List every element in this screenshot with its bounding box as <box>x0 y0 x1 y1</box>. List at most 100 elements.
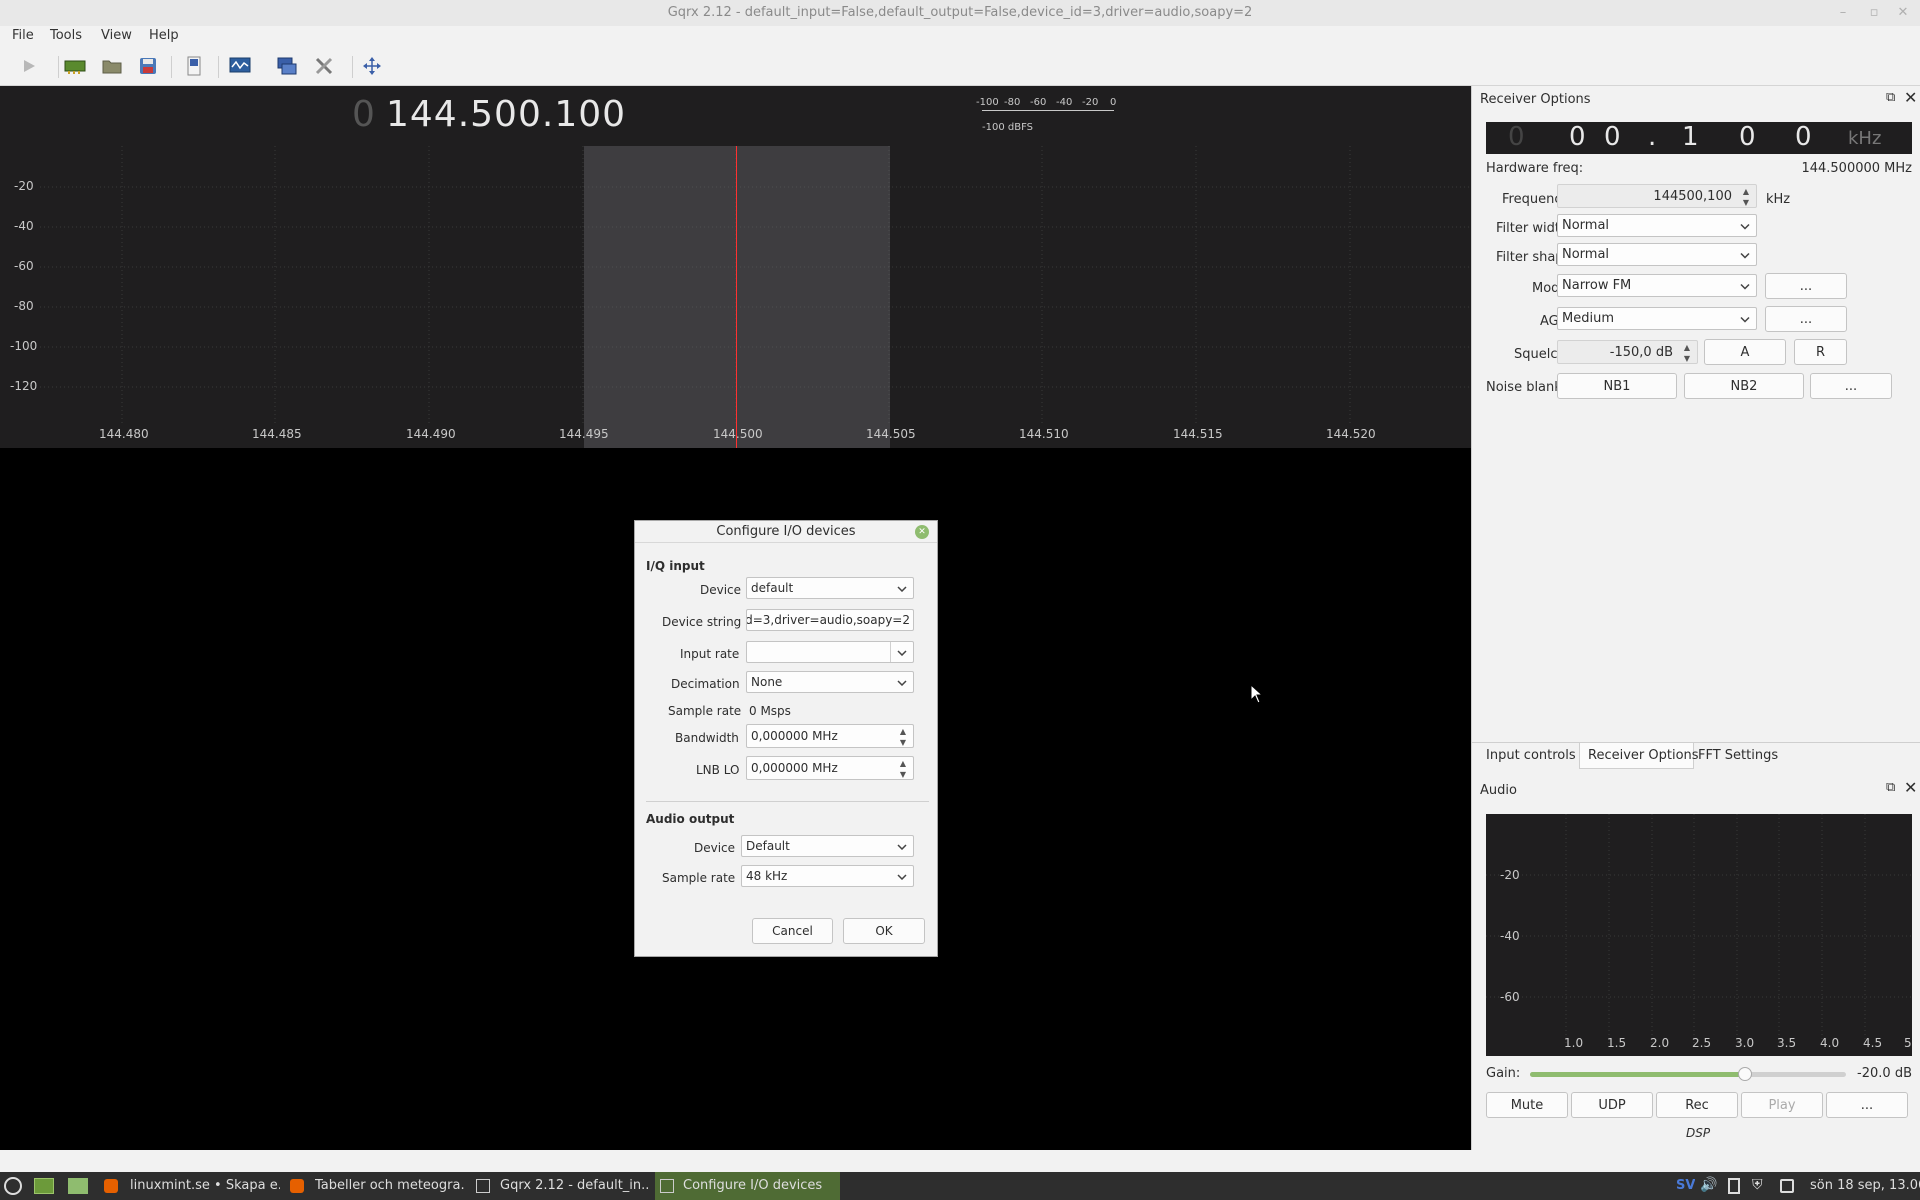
undock-icon[interactable]: ⧉ <box>1886 90 1895 105</box>
nb2-button[interactable]: NB2 <box>1684 373 1804 399</box>
bookmark-icon[interactable] <box>182 54 206 78</box>
input-rate-select[interactable] <box>746 641 914 663</box>
chevron-down-icon <box>1740 218 1750 233</box>
offset-digit[interactable]: 0 <box>1739 122 1756 152</box>
x-tick: 144.485 <box>252 427 302 441</box>
toolbar-separator <box>171 56 172 78</box>
filter-passband[interactable] <box>584 146 890 448</box>
dialog-close-icon[interactable]: ✕ <box>915 525 929 539</box>
play-icon[interactable] <box>17 54 41 78</box>
offset-digit[interactable]: 0 <box>1604 122 1621 152</box>
spin-arrows-icon[interactable]: ▲ ▼ <box>1680 342 1694 364</box>
start-menu-icon[interactable] <box>4 1177 22 1195</box>
menu-view[interactable]: View <box>101 26 132 46</box>
audio-device-select[interactable]: Default <box>741 835 914 857</box>
task-linuxmint[interactable]: linuxmint.se • Skapa e... <box>130 1172 280 1200</box>
task-tabeller[interactable]: Tabeller och meteogra... <box>315 1172 465 1200</box>
agc-select[interactable]: Medium <box>1557 307 1757 330</box>
task-configure-active[interactable]: Configure I/O devices <box>655 1172 840 1200</box>
volume-icon[interactable]: 🔊 <box>1700 1177 1717 1193</box>
display-icon[interactable] <box>228 54 252 78</box>
mute-button[interactable]: Mute <box>1486 1092 1568 1118</box>
remote-control-icon[interactable] <box>275 54 299 78</box>
udp-button[interactable]: UDP <box>1571 1092 1653 1118</box>
squelch-auto-button[interactable]: A <box>1704 339 1786 365</box>
iq-device-select[interactable]: default <box>746 577 914 599</box>
menu-help[interactable]: Help <box>149 26 179 46</box>
filter-width-select[interactable]: Normal <box>1557 214 1757 237</box>
hardware-icon[interactable] <box>63 54 87 78</box>
x-tick: 144.510 <box>1019 427 1069 441</box>
tab-fft-settings[interactable]: FFT Settings <box>1698 748 1778 763</box>
audio-x-tick: 2.5 <box>1692 1036 1712 1050</box>
device-string-input[interactable]: _id=3,driver=audio,soapy=2 <box>746 609 914 631</box>
audio-sample-rate-select[interactable]: 48 kHz <box>741 865 914 887</box>
clock[interactable]: sön 18 sep, 13.06 <box>1810 1172 1920 1200</box>
menu-tools[interactable]: Tools <box>50 26 82 46</box>
tab-receiver-options-label: Receiver Options <box>1588 748 1699 763</box>
squelch-input[interactable]: -150,0 dB ▲ ▼ <box>1557 340 1698 364</box>
offset-digit[interactable]: 0 <box>1569 122 1586 152</box>
chevron-down-icon <box>1740 278 1750 293</box>
audio-y-tick: -20 <box>1500 868 1520 882</box>
device-string-label: Device string <box>662 615 742 629</box>
audio-panel-title: Audio <box>1480 783 1517 798</box>
keyboard-layout[interactable]: SV <box>1676 1172 1695 1200</box>
spin-arrows-icon[interactable]: ▲ ▼ <box>896 758 910 780</box>
minimize-icon[interactable]: – <box>1833 3 1853 23</box>
settings-tools-icon[interactable] <box>312 54 336 78</box>
menu-file[interactable]: File <box>12 26 34 46</box>
mouse-cursor-icon <box>1250 683 1264 708</box>
task-gqrx[interactable]: Gqrx 2.12 - default_in... <box>500 1172 650 1200</box>
gain-slider[interactable] <box>1530 1067 1846 1081</box>
maximize-icon[interactable]: ▫ <box>1864 3 1884 23</box>
offset-readout[interactable]: 0 0 0 . 1 0 0 kHz <box>1486 122 1912 154</box>
offset-digit[interactable]: 1 <box>1682 122 1699 152</box>
files-icon[interactable] <box>68 1178 88 1194</box>
spin-arrows-icon[interactable]: ▲ ▼ <box>896 726 910 748</box>
bandwidth-input[interactable]: 0,000000 MHz ▲ ▼ <box>746 724 914 748</box>
gain-slider-handle[interactable] <box>1737 1067 1752 1081</box>
audio-options-button[interactable]: ... <box>1826 1092 1908 1118</box>
audio-x-tick: 2.0 <box>1650 1036 1670 1050</box>
chevron-down-icon <box>1740 311 1750 326</box>
squelch-reset-button[interactable]: R <box>1794 339 1847 365</box>
clipboard-icon[interactable] <box>1728 1178 1740 1194</box>
save-icon[interactable] <box>136 54 160 78</box>
shield-icon[interactable]: ⛨ <box>1752 1177 1763 1193</box>
cancel-button[interactable]: Cancel <box>752 918 833 944</box>
tab-input-controls[interactable]: Input controls <box>1486 748 1576 763</box>
open-folder-icon[interactable] <box>100 54 124 78</box>
frequency-input[interactable]: 144500,100 ▲ ▼ <box>1557 184 1757 208</box>
demod-marker[interactable] <box>736 146 737 448</box>
filter-shape-select[interactable]: Normal <box>1557 243 1757 266</box>
close-icon[interactable]: ✕ <box>1904 88 1917 107</box>
audio-fft-plot[interactable]: -20 -40 -60 1.0 1.5 2.0 2.5 3.0 3.5 4.0 … <box>1486 814 1912 1056</box>
lnb-lo-input[interactable]: 0,000000 MHz ▲ ▼ <box>746 756 914 780</box>
spin-arrows-icon[interactable]: ▲ ▼ <box>1739 186 1753 208</box>
audio-x-tick: 4.0 <box>1820 1036 1840 1050</box>
mode-select[interactable]: Narrow FM <box>1557 274 1757 297</box>
audio-grid <box>1486 814 1912 1044</box>
spectrum-plot[interactable]: 0 144.500.100 -100 -80 -60 -40 -20 0 -10… <box>0 86 1471 448</box>
close-window-icon[interactable]: ✕ <box>1893 3 1913 23</box>
tab-receiver-options[interactable]: Receiver Options <box>1579 743 1699 769</box>
dsp-label: DSP <box>1686 1126 1711 1140</box>
hardware-freq-label: Hardware freq: <box>1486 161 1584 176</box>
chevron-down-icon <box>897 645 907 659</box>
offset-digit[interactable]: 0 <box>1795 122 1812 152</box>
nb1-button[interactable]: NB1 <box>1557 373 1677 399</box>
mode-options-button[interactable]: ... <box>1765 273 1847 299</box>
ok-button[interactable]: OK <box>843 918 925 944</box>
nb-options-button[interactable]: ... <box>1810 373 1892 399</box>
close-icon[interactable]: ✕ <box>1904 778 1917 797</box>
show-desktop-icon[interactable] <box>34 1178 54 1194</box>
agc-options-button[interactable]: ... <box>1765 306 1847 332</box>
audio-device-value: Default <box>746 839 790 853</box>
play-button[interactable]: Play <box>1741 1092 1823 1118</box>
rec-button[interactable]: Rec <box>1656 1092 1738 1118</box>
undock-icon[interactable]: ⧉ <box>1886 780 1895 795</box>
update-manager-icon[interactable] <box>1780 1179 1794 1193</box>
decimation-select[interactable]: None <box>746 671 914 693</box>
fullscreen-icon[interactable] <box>360 54 384 78</box>
